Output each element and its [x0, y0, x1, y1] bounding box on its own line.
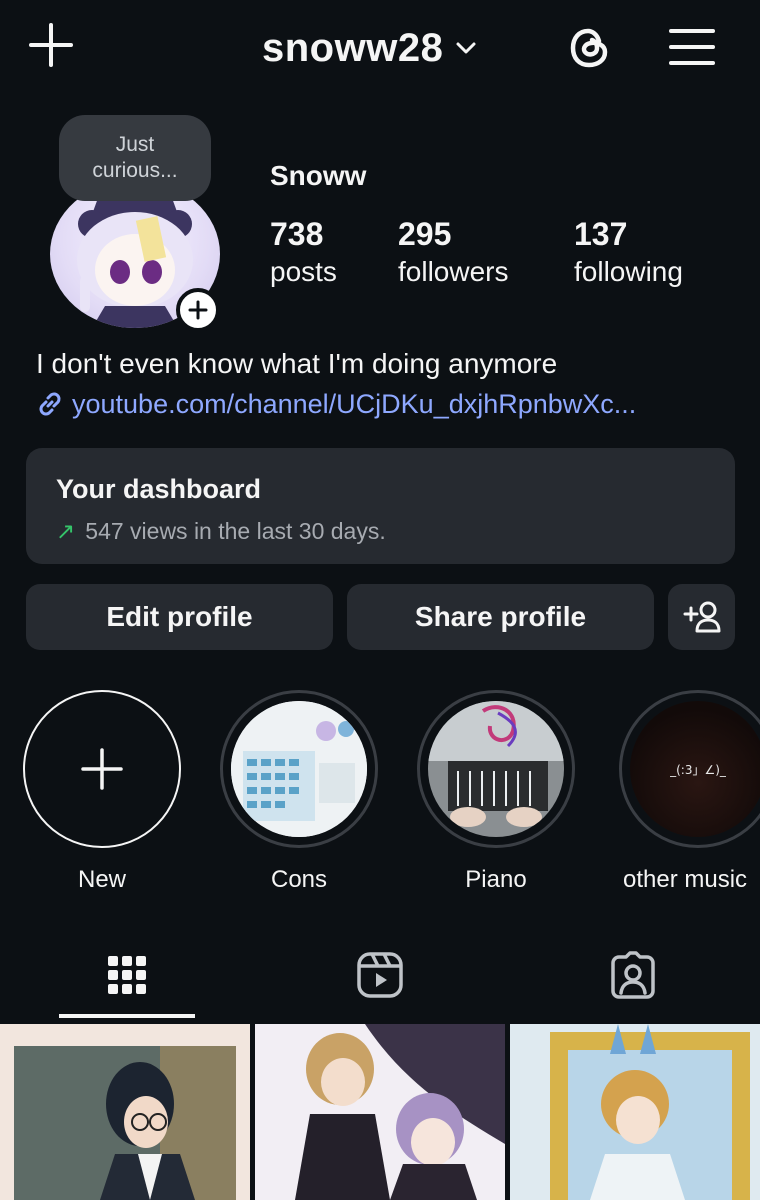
link-icon — [39, 392, 61, 416]
highlight-piano[interactable]: Piano — [416, 690, 576, 894]
share-profile-button[interactable]: Share profile — [347, 584, 654, 650]
top-bar: snoww28 — [0, 0, 760, 100]
account-switcher[interactable]: snoww28 — [262, 22, 477, 74]
threads-button[interactable] — [566, 24, 614, 72]
profile-link-text: youtube.com/channel/UCjDKu_dxjhRpnbwXc..… — [72, 388, 637, 419]
edit-profile-button[interactable]: Edit profile — [26, 584, 333, 650]
tagged-icon — [611, 951, 655, 999]
grid-icon — [108, 956, 146, 994]
highlight-cons[interactable]: Cons — [219, 690, 379, 894]
bio-text: I don't even know what I'm doing anymore — [36, 348, 558, 379]
post-thumbnail[interactable] — [255, 1024, 505, 1200]
highlight-cover — [231, 701, 367, 837]
add-person-icon — [683, 601, 720, 633]
profile-link[interactable]: youtube.com/channel/UCjDKu_dxjhRpnbwXc..… — [34, 388, 636, 420]
posts-stat[interactable]: 738 posts — [270, 215, 337, 291]
plus-icon — [29, 23, 73, 67]
username: snoww28 — [262, 25, 444, 70]
highlight-other-music[interactable]: _(:3」∠)_ other music — [613, 690, 760, 894]
profile-avatar-container — [50, 180, 220, 332]
following-label: following — [574, 256, 683, 287]
highlight-cover — [428, 701, 564, 837]
followers-count: 295 — [398, 216, 452, 252]
highlight-ring — [417, 690, 575, 848]
highlight-cover-image — [231, 701, 367, 837]
highlight-label: New — [77, 866, 126, 893]
chevron-down-icon — [456, 42, 476, 54]
highlight-new[interactable]: New — [22, 690, 182, 894]
post-image — [510, 1024, 760, 1200]
followers-label: followers — [398, 256, 509, 287]
reels-icon — [357, 952, 403, 998]
menu-button[interactable] — [668, 26, 716, 68]
tab-tagged[interactable] — [563, 935, 703, 1015]
following-count: 137 — [574, 216, 628, 252]
dashboard-views-text: 547 views in the last 30 days. — [85, 518, 386, 544]
trend-up-icon: ↗ — [56, 518, 76, 544]
display-name: Snoww — [270, 160, 367, 191]
plus-icon — [81, 748, 123, 790]
note-bubble[interactable]: Just curious... — [59, 115, 211, 201]
highlight-cover-image — [428, 701, 564, 837]
professional-dashboard[interactable]: Your dashboard ↗ 547 views in the last 3… — [26, 448, 735, 564]
new-highlight-circle — [23, 690, 181, 848]
post-image — [0, 1024, 250, 1200]
dashboard-subtitle: ↗ 547 views in the last 30 days. — [56, 518, 386, 545]
posts-label: posts — [270, 256, 337, 287]
tab-posts-grid[interactable] — [57, 935, 197, 1015]
posts-count: 738 — [270, 216, 324, 252]
tab-reels[interactable] — [310, 935, 450, 1015]
highlight-ring — [220, 690, 378, 848]
threads-icon — [570, 28, 608, 68]
highlight-cover-text: _(:3」∠)_ — [670, 762, 726, 777]
post-image — [255, 1024, 505, 1200]
active-tab-indicator — [59, 1014, 195, 1018]
highlight-label: Piano — [465, 866, 527, 893]
highlight-label: other music — [623, 866, 748, 893]
highlight-label: Cons — [270, 866, 328, 893]
following-stat[interactable]: 137 following — [574, 215, 683, 291]
highlight-cover: _(:3」∠)_ — [630, 701, 760, 837]
post-thumbnail[interactable] — [0, 1024, 250, 1200]
discover-people-button[interactable] — [668, 584, 735, 650]
dashboard-title: Your dashboard — [56, 474, 262, 504]
post-thumbnail[interactable] — [510, 1024, 760, 1200]
followers-stat[interactable]: 295 followers — [398, 215, 508, 291]
note-line-2: curious... — [92, 159, 178, 182]
add-story-button[interactable] — [176, 288, 220, 332]
note-line-1: Just — [115, 133, 155, 156]
plus-icon — [188, 300, 208, 320]
highlight-ring: _(:3」∠)_ — [619, 690, 760, 848]
hamburger-menu-icon — [669, 29, 715, 65]
create-post-button[interactable] — [28, 22, 74, 68]
